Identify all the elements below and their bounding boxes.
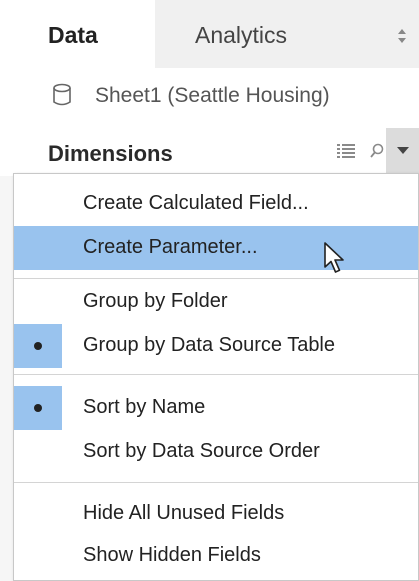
menu-item-label: Show Hidden Fields <box>83 544 261 566</box>
tab-analytics[interactable]: Analytics <box>155 0 419 68</box>
side-pane-tabs: Data Analytics <box>0 0 419 68</box>
menu-separator <box>14 374 418 375</box>
menu-item-label: Group by Data Source Table <box>83 334 336 356</box>
menu-item-show-hidden-fields[interactable]: Show Hidden Fields <box>14 534 418 578</box>
dimensions-context-menu: Create Calculated Field... Create Parame… <box>13 173 419 581</box>
database-icon <box>52 83 72 112</box>
menu-item-group-by-data-source-table[interactable]: Group by Data Source Table <box>14 324 418 368</box>
tab-analytics-label: Analytics <box>195 22 288 48</box>
menu-item-label: Create Parameter... <box>83 236 258 258</box>
tab-data[interactable]: Data <box>0 0 155 68</box>
datasource-label: Sheet1 (Seattle Housing) <box>95 84 330 107</box>
dimensions-label: Dimensions <box>48 141 173 166</box>
dimensions-menu-button[interactable] <box>386 128 419 174</box>
menu-item-label: Hide All Unused Fields <box>83 502 285 524</box>
menu-item-hide-all-unused-fields[interactable]: Hide All Unused Fields <box>14 492 418 536</box>
checked-indicator <box>14 386 62 430</box>
menu-item-sort-by-data-source-order[interactable]: Sort by Data Source Order <box>14 430 418 474</box>
up-down-arrows-icon[interactable] <box>395 26 409 46</box>
menu-separator <box>14 278 418 279</box>
bullet-icon <box>34 342 42 350</box>
mouse-pointer-icon <box>323 241 349 282</box>
menu-item-label: Sort by Data Source Order <box>83 440 320 462</box>
menu-item-create-calculated-field[interactable]: Create Calculated Field... <box>14 182 418 226</box>
search-icon[interactable] <box>370 142 384 165</box>
tab-data-label: Data <box>48 22 98 48</box>
menu-item-create-parameter[interactable]: Create Parameter... <box>14 226 418 270</box>
grid-icon[interactable] <box>336 142 356 165</box>
menu-item-group-by-folder[interactable]: Group by Folder <box>14 280 418 324</box>
menu-separator <box>14 482 418 483</box>
menu-item-label: Group by Folder <box>83 290 228 312</box>
bullet-icon <box>34 404 42 412</box>
menu-item-label: Create Calculated Field... <box>83 192 309 214</box>
menu-item-label: Sort by Name <box>83 396 206 418</box>
chevron-down-icon <box>397 147 409 154</box>
menu-item-sort-by-name[interactable]: Sort by Name <box>14 386 418 430</box>
checked-indicator <box>14 324 62 368</box>
